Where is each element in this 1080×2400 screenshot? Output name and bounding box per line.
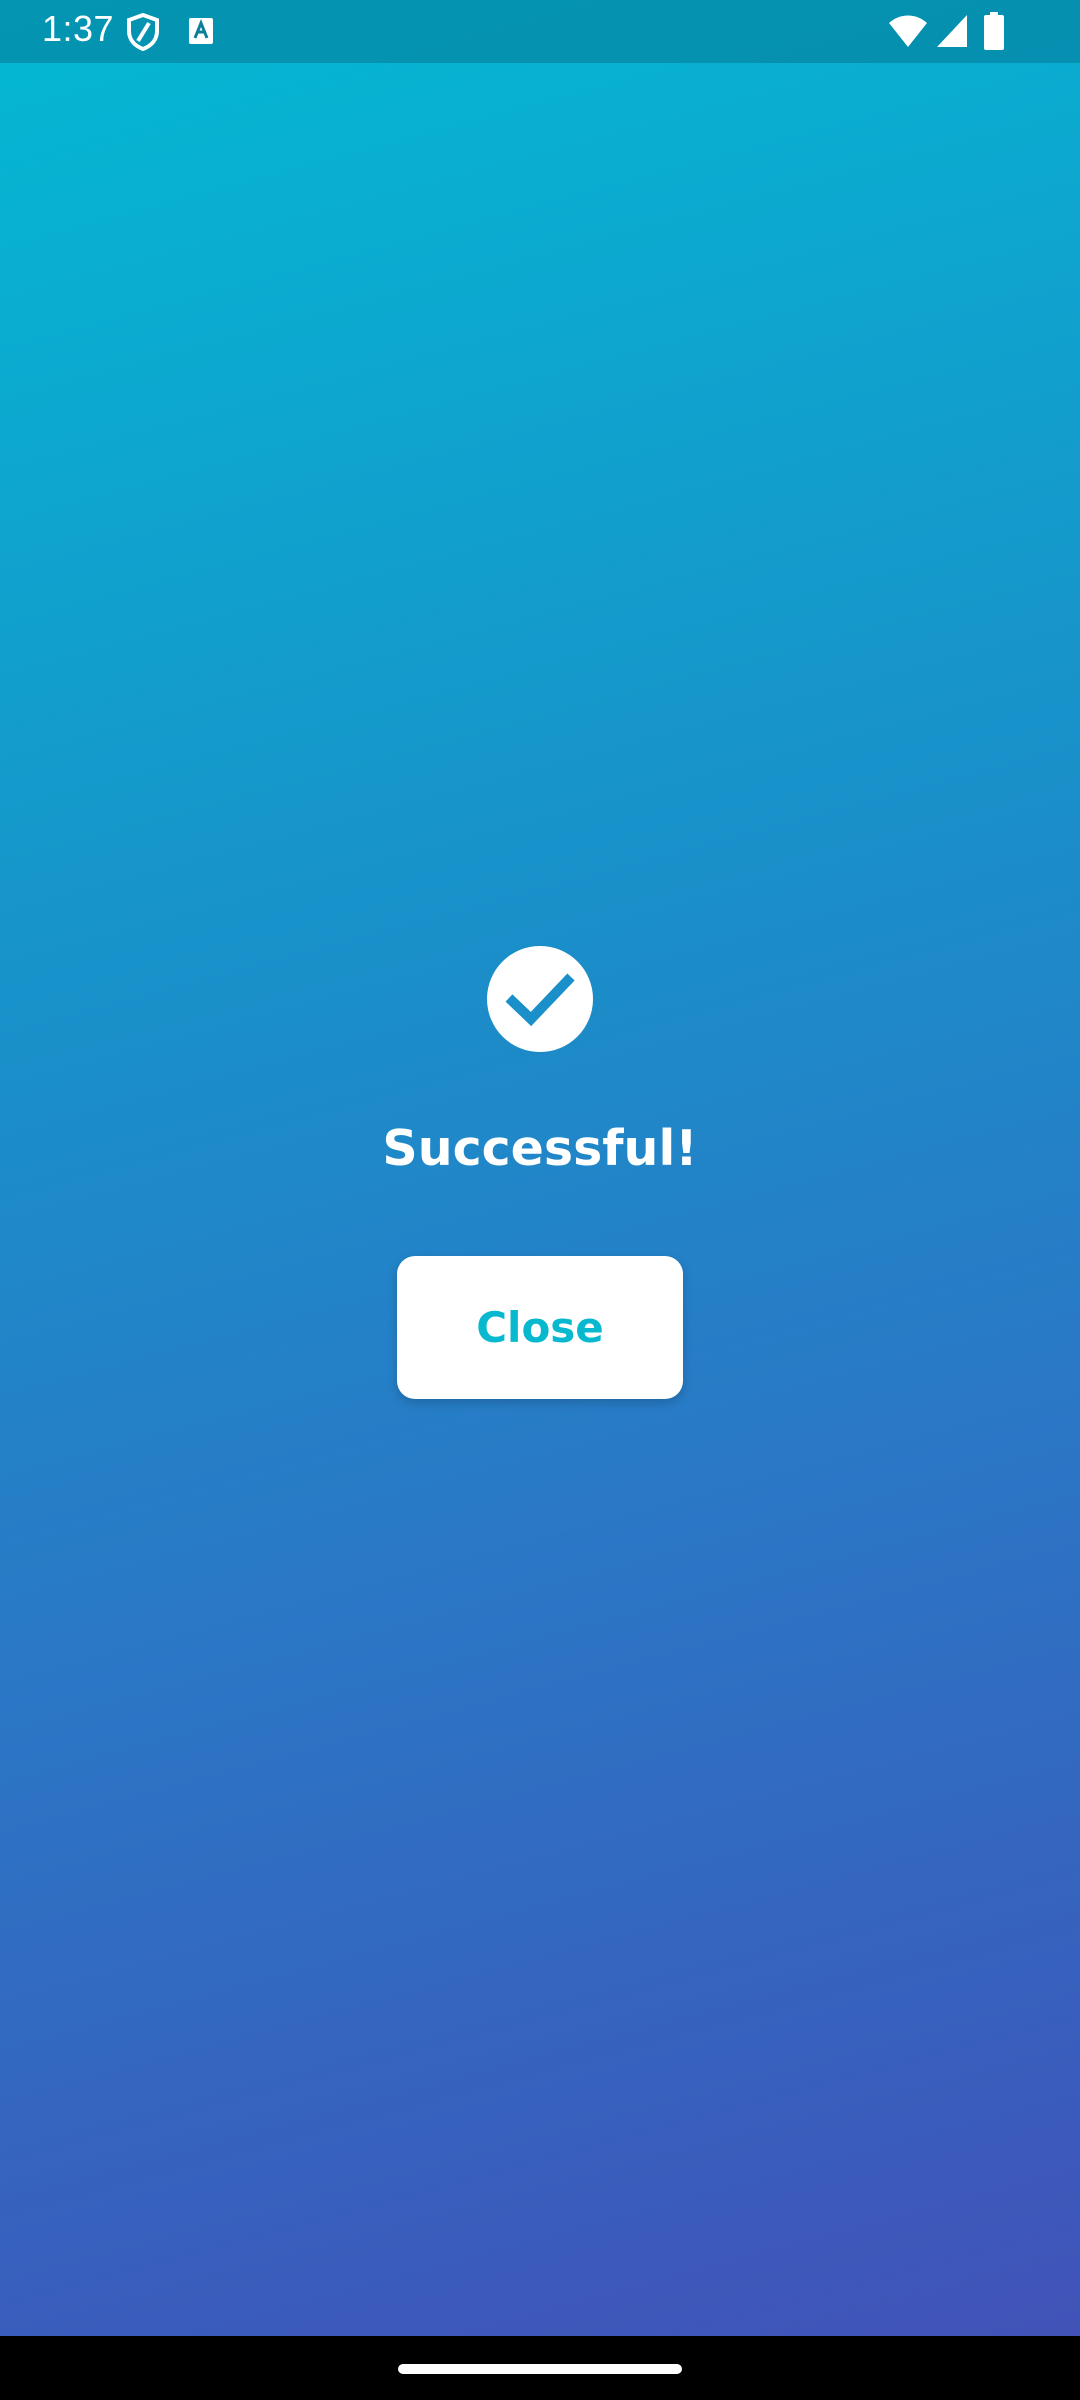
close-button[interactable]: Close [397, 1256, 683, 1399]
check-circle-icon [487, 946, 593, 1052]
success-dialog: Successful! Close [0, 0, 1080, 2400]
home-indicator[interactable] [398, 2364, 682, 2374]
success-screen: 1:37 Successful! Close [0, 0, 1080, 2400]
success-title: Successful! [382, 1120, 698, 1177]
